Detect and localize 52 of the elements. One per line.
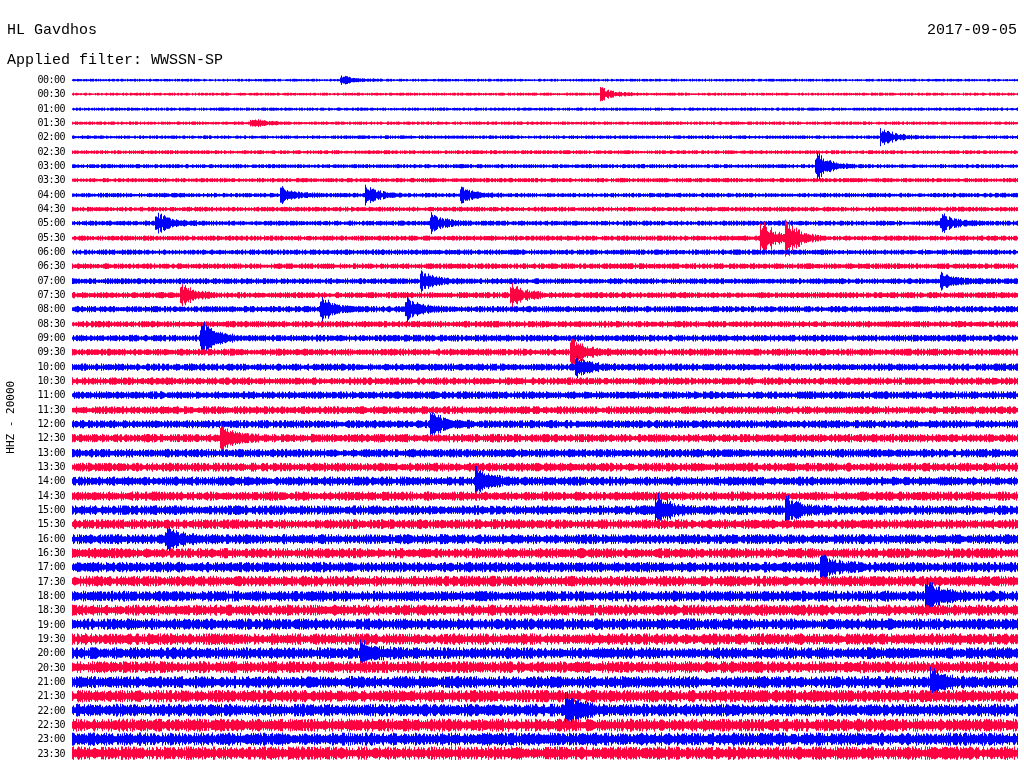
date-label: 2017-09-05 [927,22,1017,40]
time-label: 17:30 [36,575,65,588]
time-label: 07:00 [36,274,65,287]
time-label: 10:00 [36,360,65,373]
station-name: HL Gavdhos [7,22,97,40]
time-label: 11:30 [36,403,65,416]
time-label: 22:00 [36,704,65,717]
time-label: 21:30 [36,690,65,703]
filter-label: Applied filter: WWSSN-SP [7,52,224,69]
time-label: 21:00 [36,675,65,688]
time-label: 15:30 [36,518,65,531]
time-label: 22:30 [36,718,65,731]
time-label: 18:30 [36,604,65,617]
time-label: 19:00 [36,618,65,631]
time-label: 08:30 [36,317,65,330]
time-label: 20:30 [36,661,65,674]
time-label: 10:30 [36,375,65,388]
time-label: 00:30 [36,88,65,101]
time-label: 15:00 [36,504,65,516]
channel-label: HHZ - 20000 [2,380,18,454]
time-label: 13:30 [36,461,65,473]
time-label: 14:30 [36,489,65,502]
time-label: 20:00 [36,647,65,660]
time-label: 01:30 [36,117,65,130]
time-label: 09:00 [36,332,65,345]
time-label: 01:00 [36,102,65,115]
time-label: 12:00 [36,418,65,431]
time-label: 16:30 [36,547,65,559]
time-label: 18:00 [36,589,65,602]
time-label: 08:00 [36,303,65,316]
time-label: 03:00 [36,160,65,173]
time-label: 06:30 [36,260,65,273]
time-label: 09:30 [36,346,65,359]
time-label: 13:00 [36,446,65,459]
time-label: 05:30 [36,231,65,244]
time-label: 17:00 [36,561,65,574]
time-label: 23:00 [36,733,65,746]
time-label: 02:30 [36,145,65,158]
time-label: 12:30 [36,432,65,445]
time-label: 07:30 [36,289,65,302]
time-label: 11:00 [36,389,65,402]
time-label: 04:00 [36,188,65,201]
time-label: 02:00 [36,131,65,144]
time-label: 06:00 [36,246,65,259]
time-label: 03:30 [36,174,65,187]
time-label: 04:30 [36,203,65,216]
time-label: 05:00 [36,217,65,230]
time-label: 23:30 [36,747,65,760]
time-label: 19:30 [36,632,65,645]
time-label: 16:00 [36,532,65,545]
time-label: 00:00 [36,74,65,87]
time-label: 14:00 [36,475,65,488]
